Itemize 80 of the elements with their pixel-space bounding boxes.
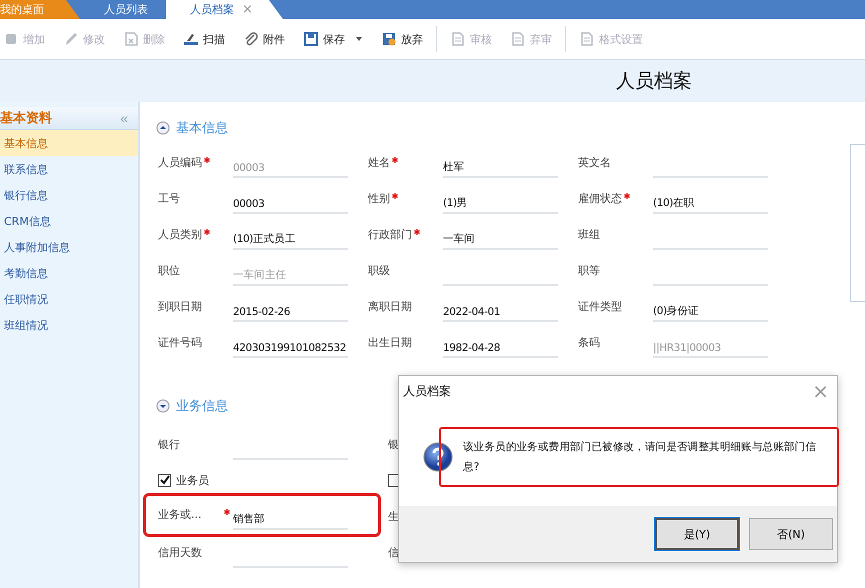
input-field[interactable]: 1982-04-28 xyxy=(443,332,558,358)
required-icon xyxy=(414,229,420,235)
section-title: 业务信息 xyxy=(176,398,228,415)
field-label: 人员编码 xyxy=(158,154,202,170)
field-label: 条码 xyxy=(578,334,600,350)
field-label: 雇佣状态 xyxy=(578,190,622,206)
scanner-icon xyxy=(183,31,199,47)
section-title: 基本信息 xyxy=(176,120,228,137)
page-title: 人员档案 xyxy=(616,69,692,94)
field-label: 职位 xyxy=(158,262,180,278)
sidebar-item[interactable]: 人事附加信息 xyxy=(0,234,138,260)
checkbox-label: 业务员 xyxy=(176,472,209,488)
document-icon xyxy=(579,31,595,47)
checkbox[interactable] xyxy=(158,474,171,486)
input-field[interactable]: (10)在职 xyxy=(653,188,768,214)
input-field[interactable]: (10)正式员工 xyxy=(233,224,348,250)
required-icon xyxy=(624,193,630,199)
field-label: 生 xyxy=(388,508,399,524)
sidebar-item[interactable]: 基本信息 xyxy=(0,130,138,156)
sidebar-item[interactable]: 任职情况 xyxy=(0,286,138,312)
save-icon xyxy=(303,31,319,47)
caret-icon[interactable] xyxy=(355,35,363,43)
pencil-icon xyxy=(63,31,79,47)
toolbar-button[interactable]: 附件 xyxy=(234,31,294,47)
field-label: 信用天数 xyxy=(158,544,202,560)
required-icon xyxy=(204,229,210,235)
field-label: 姓名 xyxy=(368,154,390,170)
field-label: 工号 xyxy=(158,190,180,206)
required-icon xyxy=(392,157,398,163)
field-label: 银行 xyxy=(158,436,180,452)
input-field[interactable]: 2022-04-01 xyxy=(443,296,558,322)
sidebar-item[interactable]: CRM信息 xyxy=(0,208,138,234)
field-label: 证件类型 xyxy=(578,298,622,314)
field-label: 职等 xyxy=(578,262,600,278)
tab[interactable]: 人员档案 × xyxy=(166,0,283,19)
delete-icon xyxy=(123,31,139,47)
field-label: 英文名 xyxy=(578,154,611,170)
sidebar-title: 基本资料 xyxy=(0,110,52,127)
field-label: 性别 xyxy=(368,190,390,206)
input-field[interactable]: 420303199101082532 xyxy=(233,332,348,358)
input-field[interactable]: 销售部 xyxy=(233,504,348,530)
plus-icon xyxy=(3,31,19,47)
input-field[interactable]: 2015-02-26 xyxy=(233,296,348,322)
dialog-button[interactable]: 否(N) xyxy=(749,518,833,550)
input-field[interactable]: (1)男 xyxy=(443,188,558,214)
field-label: 证件号码 xyxy=(158,334,202,350)
field-label: 行政部门 xyxy=(368,226,412,242)
paperclip-icon xyxy=(243,31,259,47)
collapse-icon[interactable] xyxy=(156,121,170,135)
input-field[interactable]: 00003 xyxy=(233,188,348,214)
toolbar-button[interactable]: 保存 xyxy=(294,31,372,47)
required-icon xyxy=(392,193,398,199)
field-label: 出生日期 xyxy=(368,334,412,350)
toolbar-button[interactable]: 扫描 xyxy=(174,31,234,47)
sidebar-item[interactable]: 银行信息 xyxy=(0,182,138,208)
field-label: 人员类别 xyxy=(158,226,202,242)
document-icon xyxy=(450,31,466,47)
field-label: 业务或... xyxy=(158,506,202,522)
field-label: 银 xyxy=(388,436,399,452)
dialog-button[interactable]: 是(Y) xyxy=(655,518,739,550)
field-label: 班组 xyxy=(578,226,600,242)
field-label: 职级 xyxy=(368,262,390,278)
sidebar-item[interactable]: 考勤信息 xyxy=(0,260,138,286)
toolbar-button[interactable]: 放弃 xyxy=(372,31,432,47)
dialog-title: 人员档案 xyxy=(403,382,451,400)
field-label: 到职日期 xyxy=(158,298,202,314)
discard-icon xyxy=(381,31,397,47)
expand-icon[interactable] xyxy=(156,399,170,413)
sidebar-item[interactable]: 班组情况 xyxy=(0,312,138,338)
input-field[interactable]: 一车间 xyxy=(443,224,558,250)
input-field[interactable]: (0)身份证 xyxy=(653,296,768,322)
sidebar-item[interactable]: 联系信息 xyxy=(0,156,138,182)
dialog-message: 该业务员的业务或费用部门已被修改，请问是否调整其明细账与总账部门信息? xyxy=(441,429,837,485)
question-icon xyxy=(423,442,453,472)
input-field[interactable]: 杜军 xyxy=(443,152,558,178)
field-label: 离职日期 xyxy=(368,298,412,314)
document-icon xyxy=(510,31,526,47)
required-icon xyxy=(204,157,210,163)
required-icon xyxy=(224,509,230,515)
field-label: 信 xyxy=(388,544,399,560)
